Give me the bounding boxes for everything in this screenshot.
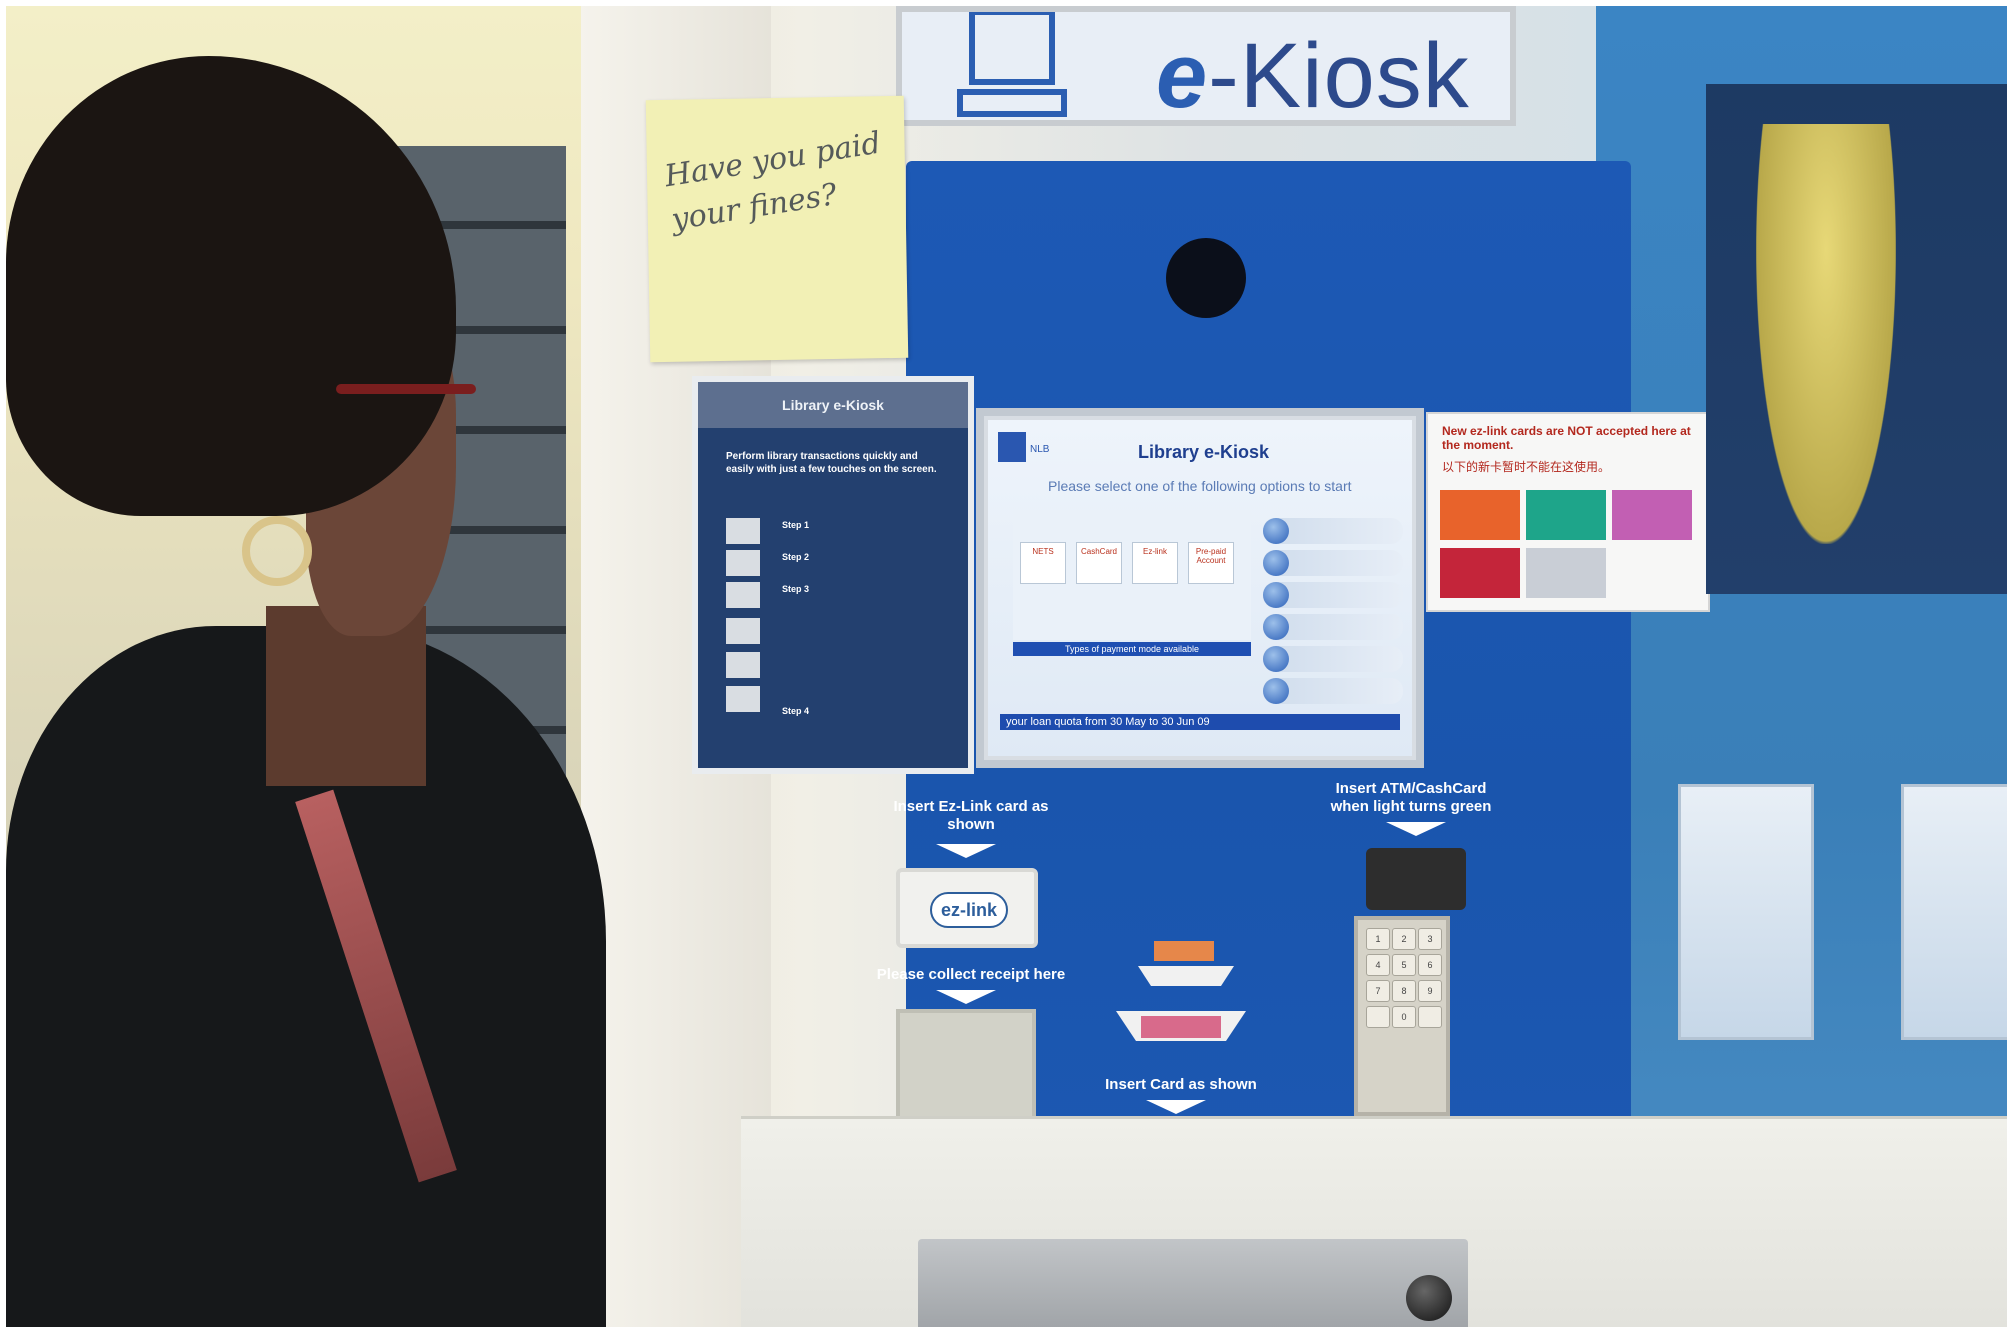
- atm-insert-label: Insert ATM/CashCard when light turns gre…: [1330, 780, 1492, 815]
- kiosk-title: e-Kiosk: [1156, 24, 1470, 129]
- keypad-key[interactable]: [1418, 1006, 1442, 1028]
- wall-poster: [1706, 84, 2007, 594]
- card-insert-label: Insert Card as shown: [1105, 1076, 1257, 1093]
- option-bullet-icon: [1263, 678, 1289, 704]
- keypad-key[interactable]: 5: [1392, 954, 1416, 976]
- nlb-logo-text: NLB: [1030, 444, 1050, 455]
- atm-card-slot[interactable]: [1366, 848, 1466, 910]
- arrow-down-icon: [1146, 1100, 1206, 1114]
- arrow-down-icon: [936, 844, 996, 858]
- menu-option-button[interactable]: [1263, 582, 1403, 608]
- menu-option-button[interactable]: [1263, 646, 1403, 672]
- ezlink-logo: ez-link: [930, 892, 1008, 928]
- step-label: Step 1: [782, 520, 810, 530]
- card-insert-diagram-icon: [1116, 941, 1246, 1041]
- touch-screen[interactable]: NLB Library e-Kiosk Please select one of…: [988, 420, 1412, 756]
- instructions-title: Library e-Kiosk: [698, 382, 968, 428]
- instructions-poster: Library e-Kiosk Perform library transact…: [692, 376, 974, 774]
- keypad-key[interactable]: 2: [1392, 928, 1416, 950]
- keypad-key[interactable]: 6: [1418, 954, 1442, 976]
- arrow-down-icon: [1386, 822, 1446, 836]
- ezlink-insert-label: Insert Ez-Link card as shown: [893, 798, 1049, 833]
- instructions-intro: Perform library transactions quickly and…: [726, 451, 937, 475]
- option-bullet-icon: [1263, 646, 1289, 672]
- keypad-key[interactable]: 9: [1418, 980, 1442, 1002]
- keypad-key[interactable]: [1366, 1006, 1390, 1028]
- notice-english: New ez-link cards are NOT accepted here …: [1442, 424, 1691, 452]
- eyeglasses: [336, 384, 476, 394]
- kiosk-title-rest: -Kiosk: [1208, 25, 1470, 127]
- nlb-logo-icon: [998, 432, 1026, 462]
- step-label: Step 2: [782, 552, 810, 562]
- payment-caption: Types of payment mode available: [1013, 642, 1251, 656]
- metal-keyboard[interactable]: [918, 1239, 1468, 1327]
- step-label: Step 3: [782, 584, 810, 594]
- kiosk-computer-icon: [957, 12, 1067, 117]
- step-thumbnail: [726, 686, 760, 712]
- step-thumbnail: [726, 518, 760, 544]
- menu-option-button[interactable]: [1263, 678, 1403, 704]
- fines-sticky-note: Have you paid your fines?: [645, 95, 909, 363]
- notice-chinese: 以下的新卡暂时不能在这使用。: [1442, 460, 1611, 474]
- menu-option-button[interactable]: [1263, 614, 1403, 640]
- photo: e-Kiosk NLB Library e-Kiosk Please selec…: [6, 6, 2007, 1327]
- option-bullet-icon: [1263, 614, 1289, 640]
- ezlink-card-sample: [1526, 490, 1606, 540]
- step-thumbnail: [726, 618, 760, 644]
- ezlink-notice: New ez-link cards are NOT accepted here …: [1426, 412, 1710, 612]
- screen-prompt: Please select one of the following optio…: [1048, 478, 1352, 494]
- trackball[interactable]: [1406, 1275, 1452, 1321]
- payment-card-prepaid: Pre-paid Account: [1188, 542, 1234, 584]
- payment-card-nets: NETS: [1020, 542, 1066, 584]
- menu-option-button[interactable]: [1263, 518, 1403, 544]
- poster-figure: [1756, 124, 1896, 544]
- brochure: [1678, 784, 1814, 1040]
- camera-lens: [1166, 238, 1246, 318]
- keypad-key[interactable]: 1: [1366, 928, 1390, 950]
- screen-title: Library e-Kiosk: [1138, 442, 1270, 462]
- ezlink-card-sample: [1526, 548, 1606, 598]
- brochure: [1901, 784, 2007, 1040]
- hoop-earring: [242, 516, 312, 586]
- keypad-key[interactable]: 8: [1392, 980, 1416, 1002]
- ezlink-card-sample: [1440, 548, 1520, 598]
- option-bullet-icon: [1263, 550, 1289, 576]
- menu-option-button[interactable]: [1263, 550, 1403, 576]
- sticky-note-text: Have you paid your fines?: [662, 125, 884, 238]
- keypad-key[interactable]: 4: [1366, 954, 1390, 976]
- step-thumbnail: [726, 582, 760, 608]
- option-bullet-icon: [1263, 582, 1289, 608]
- keypad-key[interactable]: 0: [1392, 1006, 1416, 1028]
- option-bullet-icon: [1263, 518, 1289, 544]
- payment-card-ezlink: Ez-link: [1132, 542, 1178, 584]
- ezlink-card-sample: [1612, 490, 1692, 540]
- step-thumbnail: [726, 550, 760, 576]
- kiosk-title-prefix: e: [1156, 25, 1209, 127]
- step-thumbnail: [726, 652, 760, 678]
- ezlink-card-reader[interactable]: ez-link: [896, 868, 1038, 948]
- receipt-label: Please collect receipt here: [876, 966, 1066, 983]
- loan-quota-footer: your loan quota from 30 May to 30 Jun 09: [1000, 714, 1400, 730]
- keypad-key[interactable]: 7: [1366, 980, 1390, 1002]
- keypad-key[interactable]: 3: [1418, 928, 1442, 950]
- payment-card-cashcard: CashCard: [1076, 542, 1122, 584]
- ezlink-card-sample: [1440, 490, 1520, 540]
- pin-keypad[interactable]: 1 2 3 4 5 6 7 8 9 0: [1354, 916, 1450, 1116]
- step-label: Step 4: [782, 706, 810, 716]
- arrow-down-icon: [936, 990, 996, 1004]
